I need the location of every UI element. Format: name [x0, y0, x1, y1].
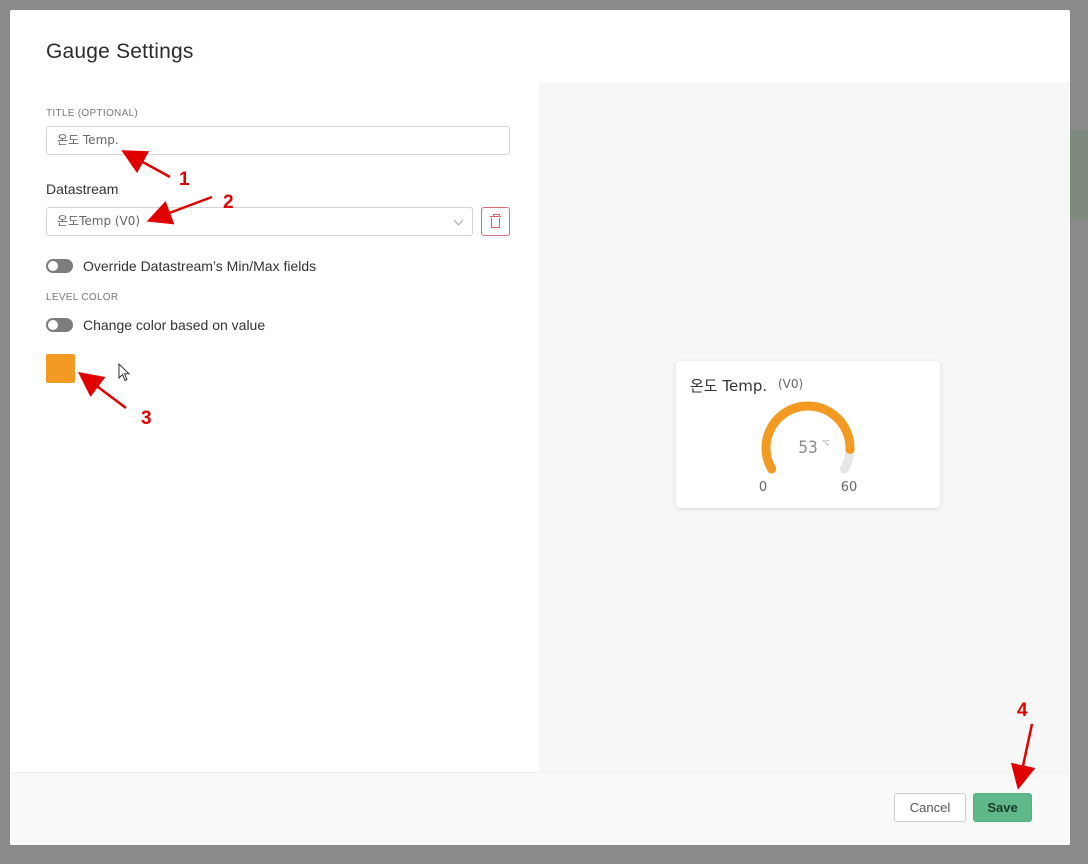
gauge-min-label: 0	[759, 480, 767, 495]
annotation-number-2: 2	[223, 192, 234, 213]
annotation-number-4: 4	[1017, 700, 1028, 721]
gauge-widget: 53 ℃ 0 60	[759, 401, 858, 495]
cancel-button[interactable]: Cancel	[894, 793, 966, 822]
override-minmax-toggle[interactable]	[46, 259, 73, 273]
modal-title: Gauge Settings	[46, 40, 194, 63]
level-color-label: LEVEL COLOR	[46, 292, 119, 303]
toggle-knob	[48, 261, 58, 271]
title-input[interactable]: 온도 Temp.	[46, 126, 510, 155]
datastream-label: Datastream	[46, 181, 119, 197]
chevron-down-icon	[453, 215, 464, 226]
override-minmax-label: Override Datastream’s Min/Max fields	[83, 258, 317, 274]
gauge-unit: ℃	[822, 439, 830, 447]
gauge-max-label: 60	[841, 480, 858, 495]
gauge-preview-card: 온도 Temp. (V0) 53 ℃ 0 60	[676, 361, 940, 508]
toggle-knob	[48, 320, 58, 330]
datastream-selected-value: 온도Temp (V0)	[57, 214, 141, 228]
change-color-label: Change color based on value	[83, 317, 266, 333]
level-color-swatch[interactable]	[46, 354, 75, 383]
change-color-toggle[interactable]	[46, 318, 73, 332]
delete-datastream-button[interactable]	[481, 207, 510, 236]
background-page-strip	[1070, 130, 1088, 220]
gauge-settings-modal: Gauge Settings TITLE (OPTIONAL) 온도 Temp.…	[10, 10, 1070, 845]
gauge-value: 53	[798, 438, 817, 458]
mouse-cursor-icon	[118, 363, 131, 382]
annotation-number-3: 3	[141, 408, 152, 429]
datastream-select[interactable]: 온도Temp (V0)	[46, 207, 473, 236]
title-field-label: TITLE (OPTIONAL)	[46, 108, 139, 119]
save-button[interactable]: Save	[973, 793, 1032, 822]
annotation-number-1: 1	[179, 169, 190, 190]
